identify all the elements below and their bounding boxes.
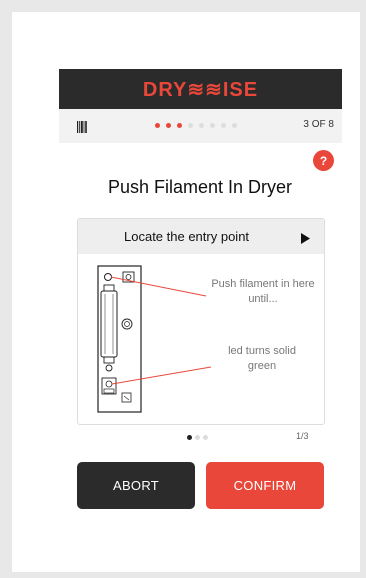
carousel-dot[interactable] [203,435,208,440]
step-dot [232,123,237,128]
step-dot [188,123,193,128]
callout-push-filament: Push filament in here until... [211,278,315,305]
page-indicator: 1/3 [296,431,309,441]
step-dot [177,123,182,128]
page-title: Push Filament In Dryer [107,177,293,197]
confirm-button[interactable]: CONFIRM [206,462,324,509]
panel-header[interactable]: Locate the entry point [78,219,324,254]
step-dot [155,123,160,128]
brand-logo: DRY≋≋ISE [142,78,259,101]
dryer-diagram: Push filament in here until... led turns… [78,254,324,424]
callout-led: led turns solid green [228,345,296,372]
play-icon[interactable] [301,231,310,249]
panel-header-label: Locate the entry point [124,229,250,244]
progress-row: 3 OF 8 [59,109,342,143]
abort-button[interactable]: ABORT [77,462,195,509]
carousel-dots[interactable] [187,435,208,440]
barcode-icon[interactable] [77,120,87,138]
step-dot [221,123,226,128]
brand-header: DRY≋≋ISE [59,69,342,109]
carousel-dot[interactable] [195,435,200,440]
step-dot [210,123,215,128]
step-progress-dots [155,123,237,128]
step-dot [199,123,204,128]
help-button[interactable]: ? [313,150,334,171]
step-dot [166,123,171,128]
carousel-dot[interactable] [187,435,192,440]
step-count: 3 OF 8 [303,119,334,130]
instruction-panel: Locate the entry point Push filament in … [77,218,325,425]
